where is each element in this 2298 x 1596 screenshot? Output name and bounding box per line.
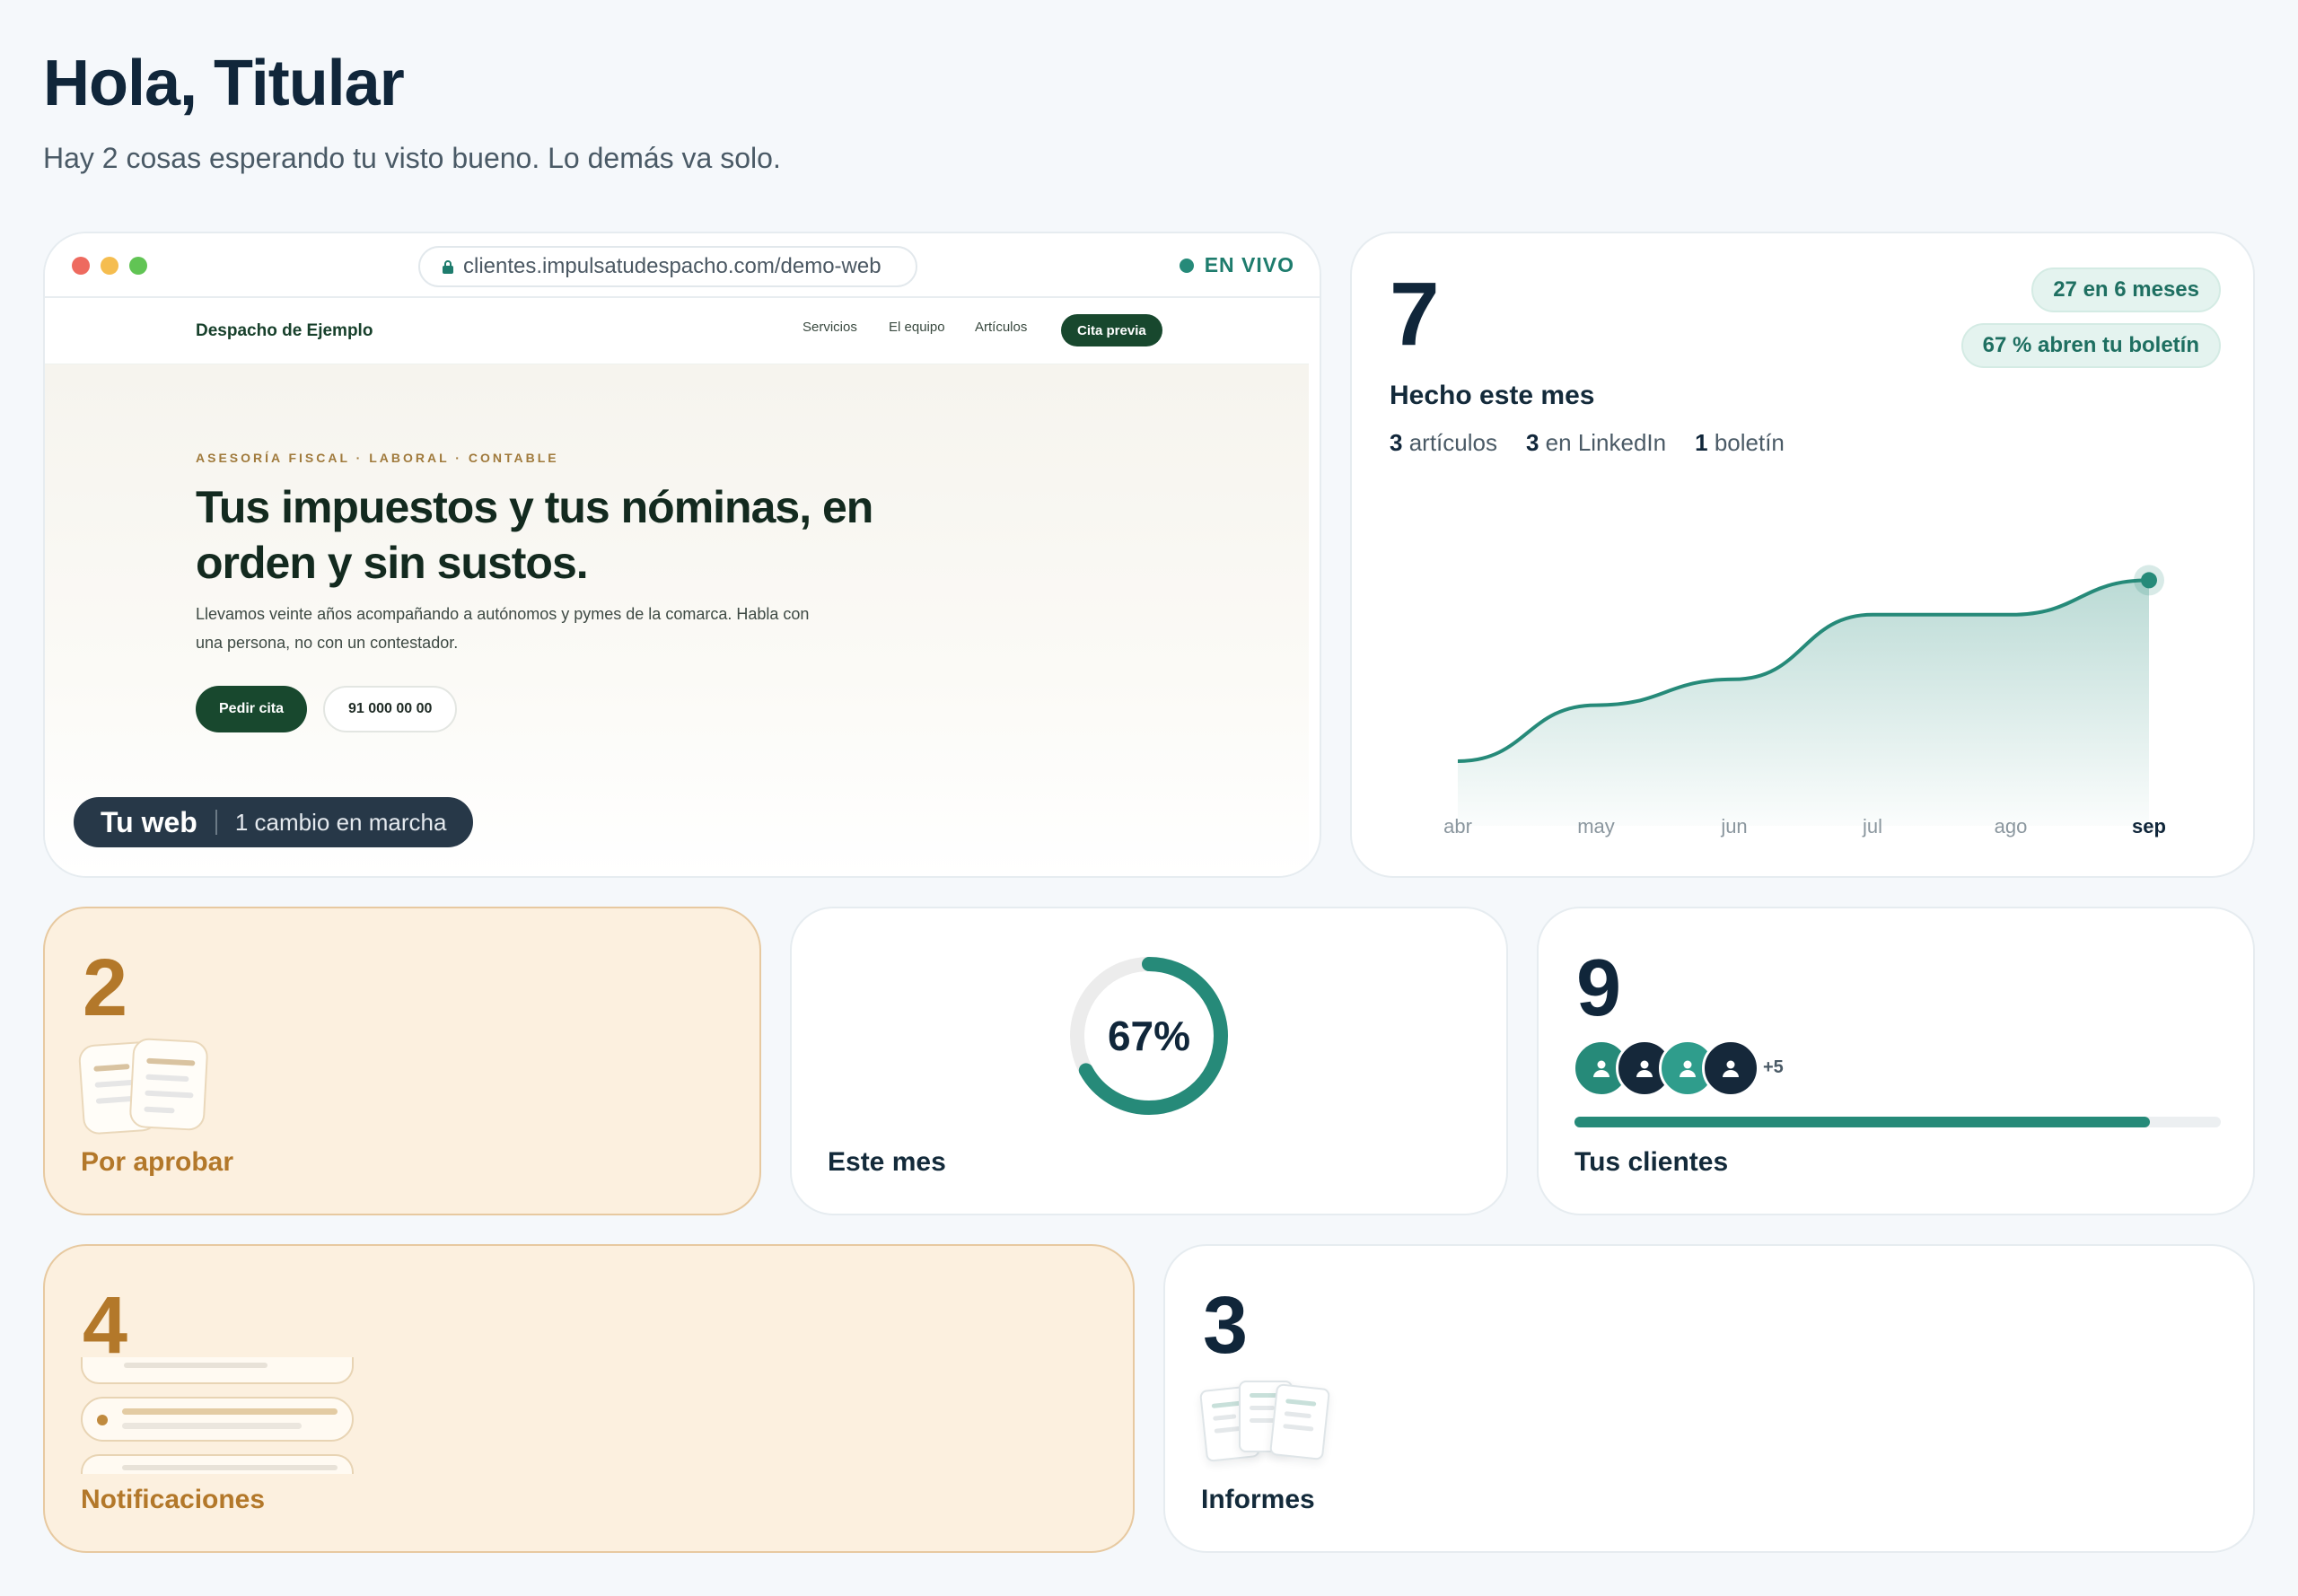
notifications-card[interactable]: 4 Notificaciones xyxy=(43,1244,1135,1553)
site-logo[interactable]: Despacho de Ejemplo xyxy=(196,321,373,341)
site-nav-servicios[interactable]: Servicios xyxy=(803,320,857,335)
page-title: Hola, Titular xyxy=(43,48,405,119)
site-nav-equipo[interactable]: El equipo xyxy=(889,320,945,335)
notifications-label: Notificaciones xyxy=(81,1485,266,1514)
tu-web-status: 1 cambio en marcha xyxy=(234,808,447,836)
chart-area-fill xyxy=(1458,580,2149,826)
x-tick-label: jul xyxy=(1862,815,1882,837)
donut-percent: 67% xyxy=(1107,1013,1191,1059)
site-pedir-cita-button[interactable]: Pedir cita xyxy=(196,686,308,732)
stats-item-articles: 3 artículos xyxy=(1390,429,1497,456)
window-minimize-dot-icon xyxy=(101,257,118,275)
clients-label: Tus clientes xyxy=(1574,1147,1729,1177)
newsletter-open-badge: 67 % abren tu boletín xyxy=(1960,323,2221,368)
url-bar[interactable]: clientes.impulsatudespacho.com/demo-web xyxy=(418,246,917,287)
window-close-dot-icon xyxy=(72,257,90,275)
x-tick-label: ago xyxy=(1995,815,2028,837)
page-subtitle: Hay 2 cosas esperando tu visto bueno. Lo… xyxy=(43,142,781,174)
more-clients-count: +5 xyxy=(1763,1057,1784,1077)
this-month-card[interactable]: 67% Este mes xyxy=(790,907,1508,1215)
reports-label: Informes xyxy=(1201,1485,1315,1514)
site-navbar: Despacho de Ejemplo Servicios El equipo … xyxy=(45,300,1309,364)
lock-icon xyxy=(443,260,453,274)
pill-divider xyxy=(215,810,217,835)
x-tick-label: may xyxy=(1577,815,1615,837)
clients-card[interactable]: 9 +5 Tus clientes xyxy=(1537,907,2255,1215)
site-phone-button[interactable]: 91 000 00 00 xyxy=(323,686,458,732)
reports-card[interactable]: 3 Informes xyxy=(1163,1244,2255,1553)
pending-approval-card[interactable]: 2 Por aprobar xyxy=(43,907,761,1215)
site-nav-articulos[interactable]: Artículos xyxy=(975,320,1027,335)
x-tick-label: sep xyxy=(2132,815,2166,837)
window-maximize-dot-icon xyxy=(129,257,147,275)
stats-breakdown: 3 artículos 3 en LinkedIn 1 boletín xyxy=(1390,429,1785,457)
site-hero-text: Llevamos veinte años acompañando a autón… xyxy=(196,605,810,652)
x-tick-label: jun xyxy=(1720,815,1747,837)
this-month-label: Este mes xyxy=(828,1147,946,1177)
six-month-badge: 27 en 6 meses xyxy=(2031,267,2221,312)
content-stats-card[interactable]: abr may jun jul ago sep 7 Hecho este mes 3 ar… xyxy=(1350,232,2255,878)
stats-item-newsletter: 1 boletín xyxy=(1695,429,1785,456)
client-avatar xyxy=(1702,1039,1759,1097)
website-preview-card[interactable]: clientes.impulsatudespacho.com/demo-web … xyxy=(43,232,1321,878)
clients-progress-fill xyxy=(1574,1117,2150,1127)
clients-count: 9 xyxy=(1576,943,1622,1033)
live-label: EN VIVO xyxy=(1204,253,1294,276)
browser-bar: clientes.impulsatudespacho.com/demo-web … xyxy=(45,233,1320,298)
site-hero-title: Tus impuestos y tus nóminas, en orden y … xyxy=(196,482,873,588)
site-cita-button[interactable]: Cita previa xyxy=(1061,314,1162,346)
live-dot-icon xyxy=(1179,258,1194,273)
tu-web-title: Tu web xyxy=(101,805,197,838)
tu-web-pill[interactable]: Tu web 1 cambio en marcha xyxy=(74,797,474,847)
stats-item-linkedin: 3 en LinkedIn xyxy=(1525,429,1667,456)
stats-number: 7 xyxy=(1390,264,1440,364)
chart-point[interactable] xyxy=(2141,572,2157,589)
reports-count: 3 xyxy=(1203,1281,1249,1371)
x-tick-label: abr xyxy=(1443,815,1472,837)
notifications-count: 4 xyxy=(83,1281,128,1371)
clients-progress-bar xyxy=(1574,1117,2221,1127)
live-status: EN VIVO xyxy=(1179,253,1294,277)
website-preview[interactable]: Despacho de Ejemplo Servicios El equipo … xyxy=(45,300,1309,876)
pending-label: Por aprobar xyxy=(81,1147,234,1177)
stats-label: Hecho este mes xyxy=(1390,381,1595,410)
pending-count: 2 xyxy=(83,943,128,1033)
site-eyebrow: ASESORÍA FISCAL · LABORAL · CONTABLE xyxy=(196,451,559,465)
url-text: clientes.impulsatudespacho.com/demo-web xyxy=(463,254,881,278)
